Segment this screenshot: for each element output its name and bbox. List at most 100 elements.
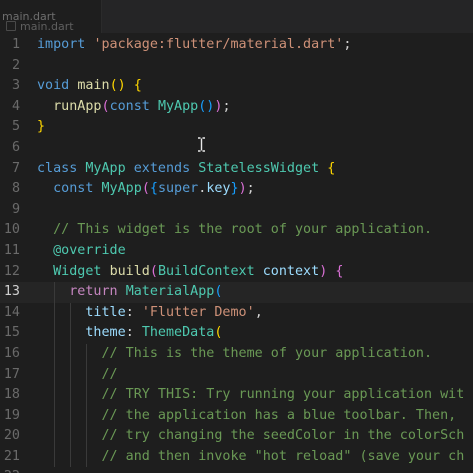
line-number: 14 — [3, 304, 20, 320]
code-text[interactable]: runApp(const MyApp()); — [37, 97, 231, 118]
code-token: ; — [222, 98, 231, 114]
code-text[interactable]: // TRY THIS: Try running your applicatio… — [37, 385, 465, 406]
line-number: 13 — [3, 284, 20, 300]
code-token: } — [230, 181, 239, 197]
code-token: // TRY THIS: Try running your applicatio… — [101, 387, 465, 403]
code-text[interactable]: // the application has a blue toolbar. T… — [37, 406, 457, 427]
code-token: MyApp — [157, 98, 199, 114]
code-token: MyApp — [101, 181, 142, 197]
code-token: 'Flutter Demo' — [141, 304, 255, 320]
code-line[interactable]: 9 — [0, 200, 473, 221]
code-line[interactable]: 1 import 'package:flutter/material.dart'; — [0, 35, 473, 56]
code-text[interactable]: theme: ThemeData( — [37, 323, 222, 344]
code-text[interactable]: // This widget is the root of your appli… — [37, 220, 432, 241]
code-text[interactable]: import 'package:flutter/material.dart'; — [37, 35, 351, 56]
code-lines[interactable]: 1 import 'package:flutter/material.dart';… — [0, 35, 473, 473]
code-text[interactable]: class MyApp extends StatelessWidget { — [37, 159, 335, 180]
code-token: ; — [246, 181, 255, 197]
code-token: main — [77, 78, 110, 94]
line-number: 16 — [3, 345, 20, 361]
code-token: { — [327, 160, 336, 176]
code-text[interactable]: } — [37, 117, 45, 138]
code-line[interactable]: 3 void main() { — [0, 76, 473, 97]
code-line[interactable]: 22 — [0, 467, 473, 473]
code-line[interactable]: 5} — [0, 117, 473, 138]
code-line[interactable]: 21 // and then invoke "hot reload" (save… — [0, 446, 473, 468]
code-line[interactable]: 15 theme: ThemeData( — [0, 323, 473, 344]
code-token: // the application has a blue toolbar. T… — [101, 407, 457, 423]
code-token: BuildContext — [157, 263, 255, 279]
code-token: : — [125, 325, 142, 341]
breadcrumb-file[interactable]: main.dart — [20, 20, 74, 33]
line-number: 4 — [11, 98, 20, 114]
line-number: 17 — [3, 366, 20, 382]
code-token: { — [133, 78, 142, 94]
line-number: 11 — [3, 242, 20, 258]
code-token: return — [69, 284, 118, 300]
code-text[interactable]: // try changing the seedColor in the col… — [37, 426, 465, 447]
code-token: // This widget is the root of your appli… — [53, 222, 433, 238]
code-text[interactable]: // This is the theme of your application… — [37, 344, 433, 365]
code-line[interactable]: 10 // This widget is the root of your ap… — [0, 220, 473, 241]
code-line[interactable]: 2 — [0, 56, 473, 77]
line-number: 3 — [11, 78, 20, 94]
code-line[interactable]: 14 title: 'Flutter Demo', — [0, 302, 473, 324]
code-line[interactable]: 7 class MyApp extends StatelessWidget { — [0, 159, 473, 180]
breadcrumb[interactable]: main.dart — [0, 16, 74, 36]
code-line[interactable]: 13 return MaterialApp( — [0, 282, 473, 303]
code-line[interactable]: 12 Widget build(BuildContext context) { — [0, 262, 473, 283]
line-number: 2 — [11, 57, 20, 73]
code-token: import — [37, 37, 86, 52]
code-token: , — [254, 304, 263, 320]
line-number: 12 — [3, 263, 20, 279]
line-number: 10 — [3, 222, 20, 238]
code-token: super — [157, 181, 199, 197]
code-token: const — [109, 98, 150, 114]
code-token: StatelessWidget — [198, 160, 320, 176]
code-line[interactable]: 20 // try changing the seedColor in the … — [0, 426, 473, 447]
code-line[interactable]: 19 // the application has a blue toolbar… — [0, 405, 473, 427]
line-number: 22 — [0, 467, 20, 473]
code-token: ( — [214, 284, 223, 300]
line-number: 19 — [3, 407, 20, 423]
code-token: ThemeData — [141, 325, 215, 341]
code-text[interactable]: Widget build(BuildContext context) { — [37, 262, 343, 283]
code-line[interactable]: 16 // This is the theme of your applicat… — [0, 343, 473, 365]
code-text[interactable]: // — [37, 365, 118, 386]
code-token: Widget — [53, 263, 102, 279]
code-token: 'package:flutter/material.dart' — [93, 37, 344, 52]
code-line[interactable]: 6 — [0, 138, 473, 159]
code-line[interactable]: 18 // TRY THIS: Try running your applica… — [0, 385, 473, 406]
code-text[interactable]: @override — [37, 241, 126, 262]
code-token: ( — [101, 98, 110, 114]
code-line[interactable]: 4 runApp(const MyApp()); — [0, 97, 473, 118]
code-line[interactable]: 8 const MyApp({super.key}); — [0, 179, 473, 200]
line-number: 8 — [11, 181, 20, 197]
code-token: { — [149, 181, 158, 197]
code-editor[interactable]: main.dart main.dart 1 import 'package:flu… — [0, 0, 473, 473]
code-text[interactable]: return MaterialApp( — [37, 282, 222, 303]
code-text[interactable]: // and then invoke "hot reload" (save yo… — [37, 447, 465, 468]
code-text[interactable]: const MyApp({super.key}); — [37, 179, 255, 200]
line-number: 18 — [3, 387, 20, 403]
code-line[interactable]: 17 // — [0, 364, 473, 386]
code-text[interactable]: title: 'Flutter Demo', — [37, 303, 263, 324]
line-number: 20 — [3, 428, 20, 444]
line-number: 7 — [11, 160, 20, 176]
code-token: ( — [214, 325, 223, 341]
code-token: @override — [53, 242, 126, 258]
code-line[interactable]: 11 @override — [0, 241, 473, 262]
code-text[interactable]: void main() { — [37, 76, 142, 97]
